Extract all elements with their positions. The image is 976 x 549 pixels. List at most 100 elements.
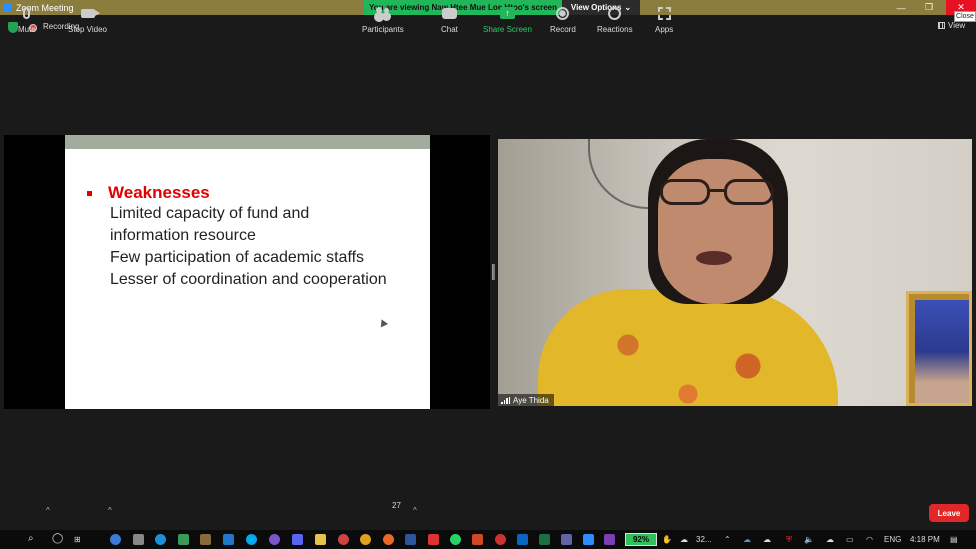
chat-label: Chat [441,25,458,34]
video-person-glasses [660,179,778,209]
app-icon[interactable] [495,534,506,545]
view-label: View [948,21,966,30]
video-person-mouth [696,251,732,265]
firefox-icon[interactable] [383,534,394,545]
bullet-icon [87,190,92,196]
cortana-icon[interactable]: ◯ [52,533,63,544]
excel-icon[interactable] [539,534,550,545]
microphone-icon [23,7,31,19]
meeting-toolbar [0,494,976,530]
mouse-cursor-icon [377,317,389,328]
split-handle[interactable] [492,264,495,280]
edge-icon[interactable] [155,534,166,545]
zoom-taskbar-icon[interactable] [583,534,594,545]
encryption-shield-icon[interactable] [8,22,18,33]
leave-button[interactable]: Leave [929,504,969,522]
view-button[interactable]: View [938,21,965,30]
outlook-icon[interactable] [517,534,528,545]
viber-icon[interactable] [269,534,280,545]
app-icon[interactable] [338,534,349,545]
participant-name-tag: Aye Thida [498,394,554,406]
wifi-icon[interactable]: ◠ [866,535,873,544]
volume-icon[interactable]: 🔈 [804,535,814,544]
app-icon[interactable] [292,534,303,545]
stop-video-button[interactable]: Stop Video [68,4,107,34]
security-icon[interactable]: ⛨ [786,535,792,545]
app-icon[interactable] [178,534,189,545]
participants-label: Participants [362,25,404,34]
apps-icon [657,6,671,20]
messenger-icon[interactable] [110,534,121,545]
battery-icon[interactable]: ▭ [846,535,854,544]
restore-icon: ❐ [924,2,934,12]
mute-label: Mute [18,25,36,34]
shared-screen: Weaknesses Limited capacity of fund and … [4,135,490,409]
notifications-icon[interactable]: ▤ [950,535,958,544]
battery-percent[interactable]: 92% [625,533,657,546]
chevron-up-icon[interactable]: ⌃ [724,535,731,544]
chat-bubble-icon [441,7,457,19]
temperature-text[interactable]: 32... [696,535,712,544]
slide-content: Weaknesses Limited capacity of fund and … [87,183,387,291]
share-screen-icon: ↑ [499,7,515,19]
slide-header-band [65,135,430,149]
share-screen-label: Share Screen [483,25,532,34]
stop-video-label: Stop Video [68,25,107,34]
powerpoint-icon[interactable] [472,534,483,545]
slide-line: Few participation of academic staffs [110,249,365,266]
participant-name: Aye Thida [513,395,549,405]
participant-video-tile[interactable]: Aye Thida [498,139,972,406]
participants-count: 27 [392,501,401,510]
video-options-caret-icon[interactable]: ^ [108,506,112,515]
record-label: Record [550,25,576,34]
participants-options-caret-icon[interactable]: ^ [413,506,417,515]
search-icon[interactable]: ⌕ [28,533,34,544]
minimize-button[interactable]: — [892,0,910,15]
chat-button[interactable]: Chat [441,4,458,34]
video-picture-frame [906,291,972,406]
minimize-icon: — [896,2,906,13]
mute-button[interactable]: Mute [18,4,36,34]
clock[interactable]: 4:18 PM [910,535,940,544]
task-view-icon[interactable]: ⊞ [74,535,81,544]
zoom-app-icon [3,3,12,12]
slide-line: information resource [110,227,256,244]
app-icon[interactable] [223,534,234,545]
presentation-slide: Weaknesses Limited capacity of fund and … [65,135,430,409]
restore-button[interactable]: ❐ [920,0,938,15]
reactions-button[interactable]: Reactions [597,4,633,34]
record-icon [556,6,570,20]
app-icon[interactable] [405,534,416,545]
pdf-icon[interactable] [428,534,439,545]
cloud-icon[interactable]: ☁ [826,535,834,544]
participants-button[interactable]: Participants [362,4,404,34]
participants-icon [375,7,391,19]
record-button[interactable]: Record [550,4,576,34]
video-camera-icon [80,8,100,18]
whatsapp-icon[interactable] [450,534,461,545]
language-indicator[interactable]: ENG [884,535,901,544]
share-screen-button[interactable]: ↑ Share Screen [483,4,532,34]
slide-line: Limited capacity of fund and [110,205,310,222]
app-icon[interactable] [604,534,615,545]
onedrive-icon[interactable]: ☁ [743,535,751,544]
reactions-label: Reactions [597,25,633,34]
weather-icon[interactable]: ☁ [680,535,688,544]
signal-strength-icon [501,396,510,404]
smiley-plus-icon [608,6,622,20]
hand-icon[interactable]: ✋ [662,535,672,544]
zoom-window: Zoom Meeting You are viewing Naw Htee Mu… [0,0,976,549]
skype-icon[interactable] [246,534,257,545]
apps-label: Apps [655,25,674,34]
chrome-icon[interactable] [360,534,371,545]
slide-line: Lesser of coordination and cooperation [110,271,387,288]
teams-icon[interactable] [561,534,572,545]
network-icon[interactable]: ☁ [763,535,771,544]
slide-heading: Weaknesses [87,183,387,203]
settings-icon[interactable] [133,534,144,545]
grid-icon [938,22,945,29]
apps-button[interactable]: Apps [655,4,673,34]
store-icon[interactable] [200,534,211,545]
audio-options-caret-icon[interactable]: ^ [46,506,50,515]
file-explorer-icon[interactable] [315,534,326,545]
